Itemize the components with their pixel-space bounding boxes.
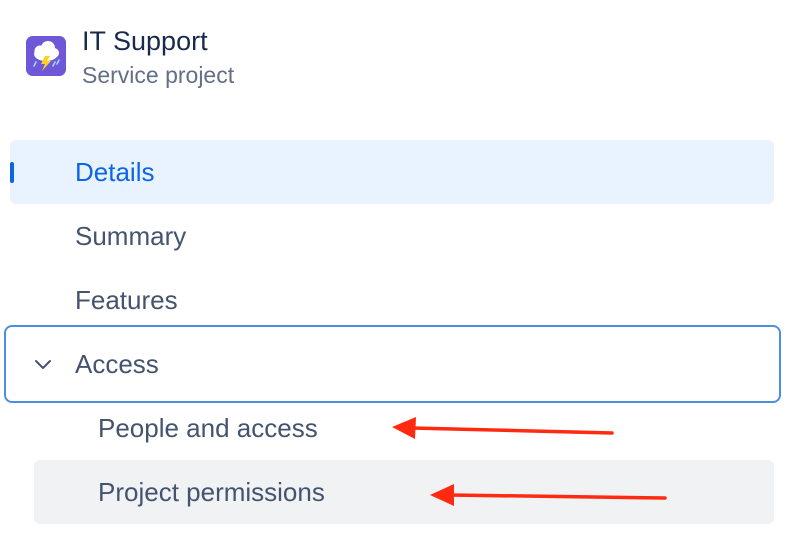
nav-item-access-label: Access [75, 348, 159, 379]
selected-indicator [10, 162, 14, 183]
chevron-down-icon [35, 360, 51, 369]
storm-cloud-icon [26, 36, 66, 76]
nav-item-details-label: Details [75, 156, 155, 187]
nav-item-features[interactable]: Features [10, 268, 774, 332]
nav-item-features-label: Features [75, 284, 178, 315]
project-name: IT Support [82, 26, 208, 56]
nav-item-summary[interactable]: Summary [10, 204, 774, 268]
nav-item-project-permissions[interactable]: Project permissions [34, 460, 774, 524]
nav-item-people-and-access[interactable]: People and access [34, 396, 774, 460]
nav-item-people-and-access-label: People and access [98, 412, 318, 443]
nav-item-access[interactable]: Access [4, 325, 781, 403]
project-settings-sidebar: IT Support Service project Details Summa… [0, 0, 786, 542]
project-type: Service project [82, 62, 235, 88]
nav-item-summary-label: Summary [75, 220, 187, 251]
nav-item-project-permissions-label: Project permissions [98, 476, 325, 507]
nav-item-details[interactable]: Details [10, 140, 774, 204]
